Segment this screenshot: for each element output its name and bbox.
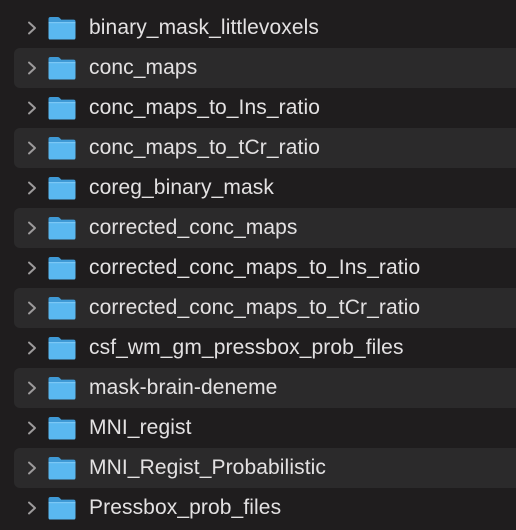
chevron-right-icon[interactable] (24, 220, 40, 236)
folder-icon (48, 257, 76, 280)
folder-row[interactable]: conc_maps (14, 48, 516, 88)
folder-name: mask-brain-deneme (89, 376, 278, 399)
chevron-right-icon[interactable] (24, 260, 40, 276)
folder-icon (48, 377, 76, 400)
folder-row[interactable]: csf_wm_gm_pressbox_prob_files (14, 328, 516, 368)
folder-row[interactable]: corrected_conc_maps_to_Ins_ratio (14, 248, 516, 288)
folder-row[interactable]: conc_maps_to_tCr_ratio (14, 128, 516, 168)
folder-icon (48, 17, 76, 40)
folder-row[interactable]: binary_mask_littlevoxels (14, 8, 516, 48)
folder-name: Pressbox_prob_files (89, 496, 282, 519)
folder-icon (48, 57, 76, 80)
folder-name: csf_wm_gm_pressbox_prob_files (89, 336, 404, 359)
folder-row[interactable]: mask-brain-deneme (14, 368, 516, 408)
folder-icon (48, 337, 76, 360)
folder-row[interactable]: coreg_binary_mask (14, 168, 516, 208)
folder-icon (48, 137, 76, 160)
folder-row[interactable]: MNI_Regist_Probabilistic (14, 448, 516, 488)
folder-list: binary_mask_littlevoxels conc_maps conc_… (0, 0, 516, 530)
chevron-right-icon[interactable] (24, 340, 40, 356)
chevron-right-icon[interactable] (24, 100, 40, 116)
chevron-right-icon[interactable] (24, 500, 40, 516)
folder-row[interactable]: Pressbox_prob_files (14, 488, 516, 528)
folder-name: conc_maps_to_tCr_ratio (89, 136, 320, 159)
folder-name: binary_mask_littlevoxels (89, 16, 319, 39)
folder-icon (48, 417, 76, 440)
folder-icon (48, 217, 76, 240)
folder-name: coreg_binary_mask (89, 176, 274, 199)
chevron-right-icon[interactable] (24, 20, 40, 36)
folder-icon (48, 457, 76, 480)
folder-row[interactable]: conc_maps_to_Ins_ratio (14, 88, 516, 128)
chevron-right-icon[interactable] (24, 460, 40, 476)
folder-name: corrected_conc_maps_to_Ins_ratio (89, 256, 421, 279)
chevron-right-icon[interactable] (24, 180, 40, 196)
folder-icon (48, 97, 76, 120)
chevron-right-icon[interactable] (24, 60, 40, 76)
folder-name: corrected_conc_maps (89, 216, 298, 239)
chevron-right-icon[interactable] (24, 420, 40, 436)
folder-row[interactable]: MNI_regist (14, 408, 516, 448)
folder-name: conc_maps_to_Ins_ratio (89, 96, 321, 119)
folder-icon (48, 297, 76, 320)
folder-row[interactable]: corrected_conc_maps (14, 208, 516, 248)
folder-name: corrected_conc_maps_to_tCr_ratio (89, 296, 421, 319)
folder-icon (48, 177, 76, 200)
chevron-right-icon[interactable] (24, 300, 40, 316)
folder-icon (48, 497, 76, 520)
folder-row[interactable]: corrected_conc_maps_to_tCr_ratio (14, 288, 516, 328)
folder-name: MNI_regist (89, 416, 192, 439)
chevron-right-icon[interactable] (24, 380, 40, 396)
chevron-right-icon[interactable] (24, 140, 40, 156)
folder-name: conc_maps (89, 56, 198, 79)
folder-name: MNI_Regist_Probabilistic (89, 456, 326, 479)
